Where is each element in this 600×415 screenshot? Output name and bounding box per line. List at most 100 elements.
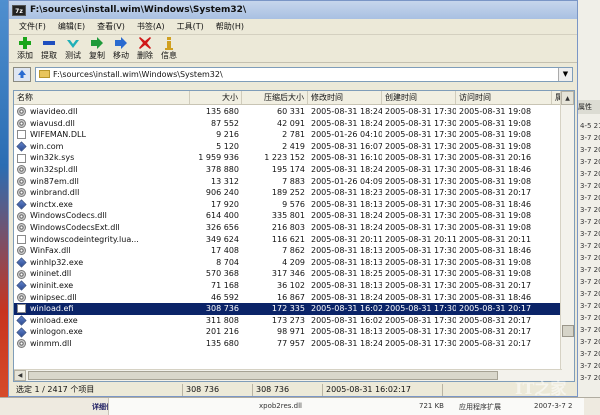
dll-gear-icon <box>17 188 26 198</box>
file-size: 46 592 <box>211 292 239 302</box>
file-row[interactable]: win.com 5 120 2 419 2005-08-31 16:07 2005-08… <box>14 141 562 153</box>
file-row[interactable]: winmm.dll 135 680 77 957 2005-08-31 18:24 20… <box>14 338 562 350</box>
up-arrow-icon <box>18 70 26 78</box>
file-accessed: 2005-08-31 20:16 <box>459 153 532 163</box>
file-modified: 2005-08-31 18:24 <box>311 164 382 174</box>
background-date: 3-7 20 <box>580 326 600 334</box>
file-packed-size: 317 346 <box>271 269 305 279</box>
status-size: 308 736 <box>183 384 253 396</box>
background-date: 3-7 20 <box>580 182 600 190</box>
background-date: 3-7 20 <box>580 242 600 250</box>
column-accessed[interactable]: 访问时间 <box>456 91 552 104</box>
file-row[interactable]: wiavusd.dll 87 552 42 091 2005-08-31 18:24 2… <box>14 118 562 130</box>
title-bar[interactable]: 7z F:\sources\install.wim\Windows\System… <box>9 1 577 19</box>
file-name: wiavideo.dll <box>14 106 190 118</box>
address-dropdown-button[interactable]: ▼ <box>558 67 572 81</box>
file-row[interactable]: wininit.exe 71 168 36 102 2005-08-31 18:13 2… <box>14 280 562 292</box>
menu-tools[interactable]: 工具(T) <box>171 19 210 35</box>
file-name: winlogon.exe <box>14 326 190 338</box>
file-created: 2005-08-31 17:30 <box>385 280 456 290</box>
add-button[interactable]: 添加 <box>13 36 37 62</box>
check-icon <box>65 36 81 50</box>
file-size: 17 408 <box>211 246 239 256</box>
background-explorer-details: 详细信息 xpob2res.dll 721 KB 应用程序扩展 2007-3-7… <box>0 397 600 415</box>
test-button[interactable]: 测试 <box>61 36 85 62</box>
file-modified: 2005-01-26 04:09 <box>311 176 382 186</box>
file-row[interactable]: winipsec.dll 46 592 16 867 2005-08-31 18:24… <box>14 292 562 304</box>
file-accessed: 2005-08-31 19:08 <box>459 141 532 151</box>
file-row[interactable]: winhlp32.exe 8 704 4 209 2005-08-31 18:13 20… <box>14 257 562 269</box>
file-row[interactable]: WindowsCodecsExt.dll 326 656 216 803 2005-0… <box>14 222 562 234</box>
file-name: win32k.sys <box>14 152 190 164</box>
file-icon <box>17 234 26 244</box>
file-row[interactable]: WinFax.dll 17 408 7 862 2005-08-31 18:13 200… <box>14 245 562 257</box>
file-row[interactable]: WIFEMAN.DLL 9 216 2 781 2005-01-26 04:10 200… <box>14 129 562 141</box>
file-row[interactable]: winload.efi 308 736 172 335 2005-08-31 16:0… <box>14 303 562 315</box>
info-button[interactable]: 信息 <box>157 36 181 62</box>
file-row[interactable]: wiavideo.dll 135 680 60 331 2005-08-31 18:2… <box>14 106 562 118</box>
watermark-logo: IT之家 <box>515 379 567 398</box>
copy-button[interactable]: 复制 <box>85 36 109 62</box>
menu-bar: 文件(F) 编辑(E) 查看(V) 书签(A) 工具(T) 帮助(H) <box>9 19 577 35</box>
delete-button[interactable]: 删除 <box>133 36 157 62</box>
up-folder-button[interactable] <box>13 66 31 82</box>
column-created[interactable]: 创建时间 <box>382 91 456 104</box>
file-created: 2005-08-31 17:30 <box>385 107 456 116</box>
move-button[interactable]: 移动 <box>109 36 133 62</box>
app-icon: 7z <box>12 4 26 16</box>
column-packed-size[interactable]: 压缩后大小 <box>242 91 308 104</box>
vertical-scroll-thumb[interactable] <box>562 325 574 337</box>
file-row[interactable]: winload.exe 311 808 173 273 2005-08-31 16:0… <box>14 315 562 327</box>
scroll-left-button[interactable]: ◀ <box>14 370 26 381</box>
file-row[interactable]: wininet.dll 570 368 317 346 2005-08-31 18:2… <box>14 268 562 280</box>
file-row[interactable]: windowscodeintegrity.lua... 349 624 116 62… <box>14 234 562 246</box>
file-accessed: 2005-08-31 20:11 <box>459 234 532 244</box>
background-date: 3-7 20 <box>580 302 600 310</box>
background-date: 3-7 20 <box>580 146 600 154</box>
file-modified: 2005-08-31 18:24 <box>311 338 382 348</box>
extract-button[interactable]: 提取 <box>37 36 61 62</box>
exe-icon <box>16 257 27 268</box>
menu-edit[interactable]: 编辑(E) <box>52 19 91 35</box>
file-packed-size: 77 957 <box>277 338 305 348</box>
horizontal-scroll-thumb[interactable] <box>28 371 498 380</box>
background-date: 3-7 20 <box>580 278 600 286</box>
dll-gear-icon <box>17 165 26 175</box>
menu-view[interactable]: 查看(V) <box>91 19 131 35</box>
file-size: 87 552 <box>211 118 239 128</box>
menu-help[interactable]: 帮助(H) <box>210 19 250 35</box>
column-modified[interactable]: 修改时间 <box>308 91 382 104</box>
horizontal-scrollbar[interactable]: ◀ <box>14 369 562 381</box>
file-row[interactable]: win32spl.dll 378 880 195 174 2005-08-31 18:… <box>14 164 562 176</box>
background-date: 3-7 20 <box>580 230 600 238</box>
scroll-up-button[interactable]: ▲ <box>561 91 574 105</box>
file-created: 2005-08-31 17:30 <box>385 304 456 314</box>
column-size[interactable]: 大小 <box>190 91 242 104</box>
file-row[interactable]: win87em.dll 13 312 7 883 2005-01-26 04:09 20… <box>14 176 562 188</box>
file-row[interactable]: WindowsCodecs.dll 614 400 335 801 2005-08-3… <box>14 210 562 222</box>
menu-bookmarks[interactable]: 书签(A) <box>131 19 171 35</box>
file-size: 135 680 <box>205 338 239 348</box>
exe-icon <box>16 141 27 152</box>
file-rows: wiavideo.dll 135 680 60 331 2005-08-31 18:2… <box>14 106 562 370</box>
file-name: WindowsCodecsExt.dll <box>14 222 190 234</box>
file-created: 2005-08-31 17:30 <box>385 176 456 186</box>
vertical-scrollbar[interactable]: ▲ <box>560 91 574 381</box>
file-row[interactable]: winctx.exe 17 920 9 576 2005-08-31 18:13 200… <box>14 199 562 211</box>
column-name[interactable]: 名称 <box>14 91 190 104</box>
file-accessed: 2005-08-31 20:17 <box>459 280 532 290</box>
file-size: 326 656 <box>205 222 239 232</box>
file-created: 2005-08-31 17:30 <box>385 222 456 232</box>
exe-icon <box>16 326 27 338</box>
file-row[interactable]: win32k.sys 1 959 936 1 223 152 2005-08-31 1… <box>14 152 562 164</box>
file-accessed: 2005-08-31 18:46 <box>459 164 532 174</box>
file-modified: 2005-08-31 18:13 <box>311 280 382 290</box>
menu-file[interactable]: 文件(F) <box>13 19 52 35</box>
address-input[interactable]: F:\sources\install.wim\Windows\System32\… <box>35 66 573 82</box>
status-selection: 选定 1 / 2417 个项目 <box>13 384 183 396</box>
file-created: 2005-08-31 17:30 <box>385 141 456 151</box>
file-row[interactable]: winbrand.dll 906 240 189 252 2005-08-31 18:… <box>14 187 562 199</box>
file-row[interactable]: winlogon.exe 201 216 98 971 2005-08-31 18:1… <box>14 326 562 338</box>
file-created: 2005-08-31 17:30 <box>385 327 456 337</box>
file-name: win87em.dll <box>14 176 190 188</box>
